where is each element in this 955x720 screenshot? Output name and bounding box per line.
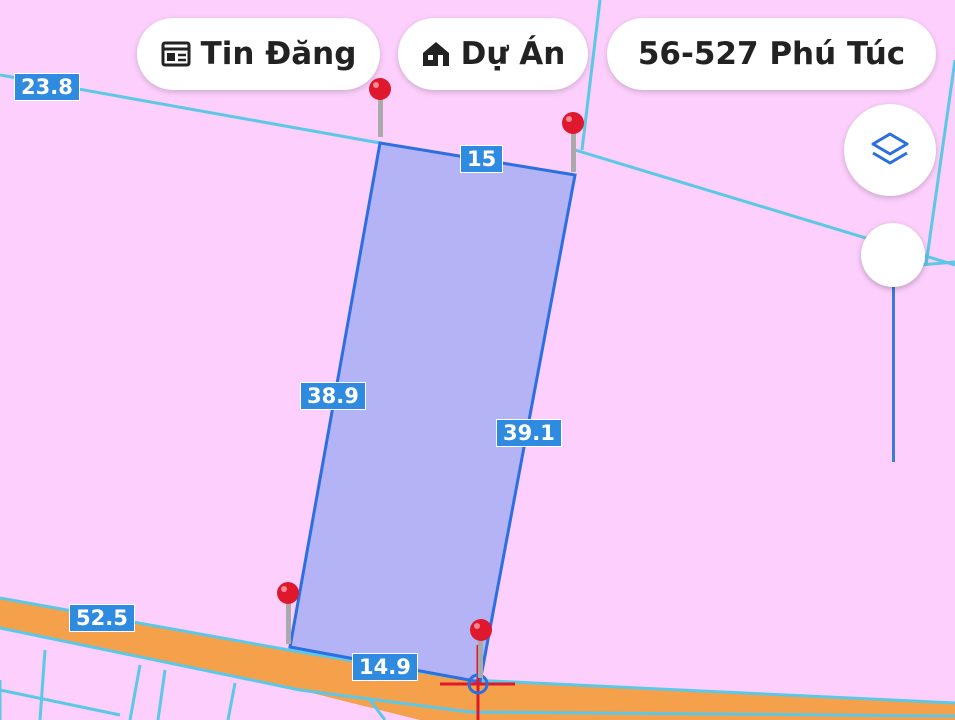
tin-dang-label: Tin Đăng bbox=[200, 36, 357, 72]
du-an-label: Dự Án bbox=[460, 36, 566, 72]
map-canvas[interactable] bbox=[0, 0, 955, 720]
du-an-button[interactable]: Dự Án bbox=[398, 18, 588, 90]
road-dimension-label: 52.5 bbox=[69, 604, 135, 632]
layers-icon bbox=[871, 132, 909, 165]
neighbor-dimension-label: 23.8 bbox=[14, 73, 80, 101]
parcel-left-edge-label: 38.9 bbox=[300, 382, 366, 410]
zoom-slider-track[interactable] bbox=[892, 285, 895, 462]
house-icon bbox=[422, 42, 449, 66]
tin-dang-button[interactable]: Tin Đăng bbox=[137, 18, 380, 90]
parcel-right-edge-label: 39.1 bbox=[496, 419, 562, 447]
parcel-bottom-edge-label: 14.9 bbox=[352, 653, 418, 681]
parcel-id-label: 56-527 Phú Túc bbox=[637, 36, 906, 72]
parcel-id-button[interactable]: 56-527 Phú Túc bbox=[607, 18, 936, 90]
parcel-top-edge-label: 15 bbox=[460, 145, 504, 173]
layers-button[interactable] bbox=[844, 104, 936, 196]
newspaper-icon bbox=[161, 41, 191, 67]
zoom-slider-handle[interactable] bbox=[861, 223, 925, 287]
